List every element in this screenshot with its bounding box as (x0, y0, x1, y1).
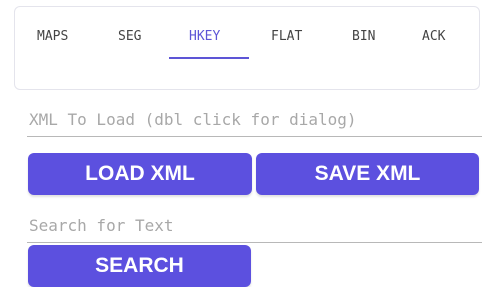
tab-maps[interactable]: MAPS (37, 27, 68, 47)
search-input[interactable] (27, 208, 482, 243)
active-tab-indicator (169, 57, 249, 59)
tab-bar: MAPS SEG HKEY FLAT BIN ACK (14, 6, 480, 90)
tab-flat[interactable]: FLAT (271, 27, 302, 47)
search-button[interactable]: SEARCH (28, 245, 251, 287)
tab-bin[interactable]: BIN (352, 27, 375, 47)
tab-ack[interactable]: ACK (422, 27, 445, 47)
xml-to-load-input[interactable] (27, 102, 482, 137)
tab-seg[interactable]: SEG (118, 27, 141, 47)
load-xml-button[interactable]: LOAD XML (28, 153, 252, 195)
tab-hkey[interactable]: HKEY (189, 27, 220, 47)
save-xml-button[interactable]: SAVE XML (256, 153, 479, 195)
